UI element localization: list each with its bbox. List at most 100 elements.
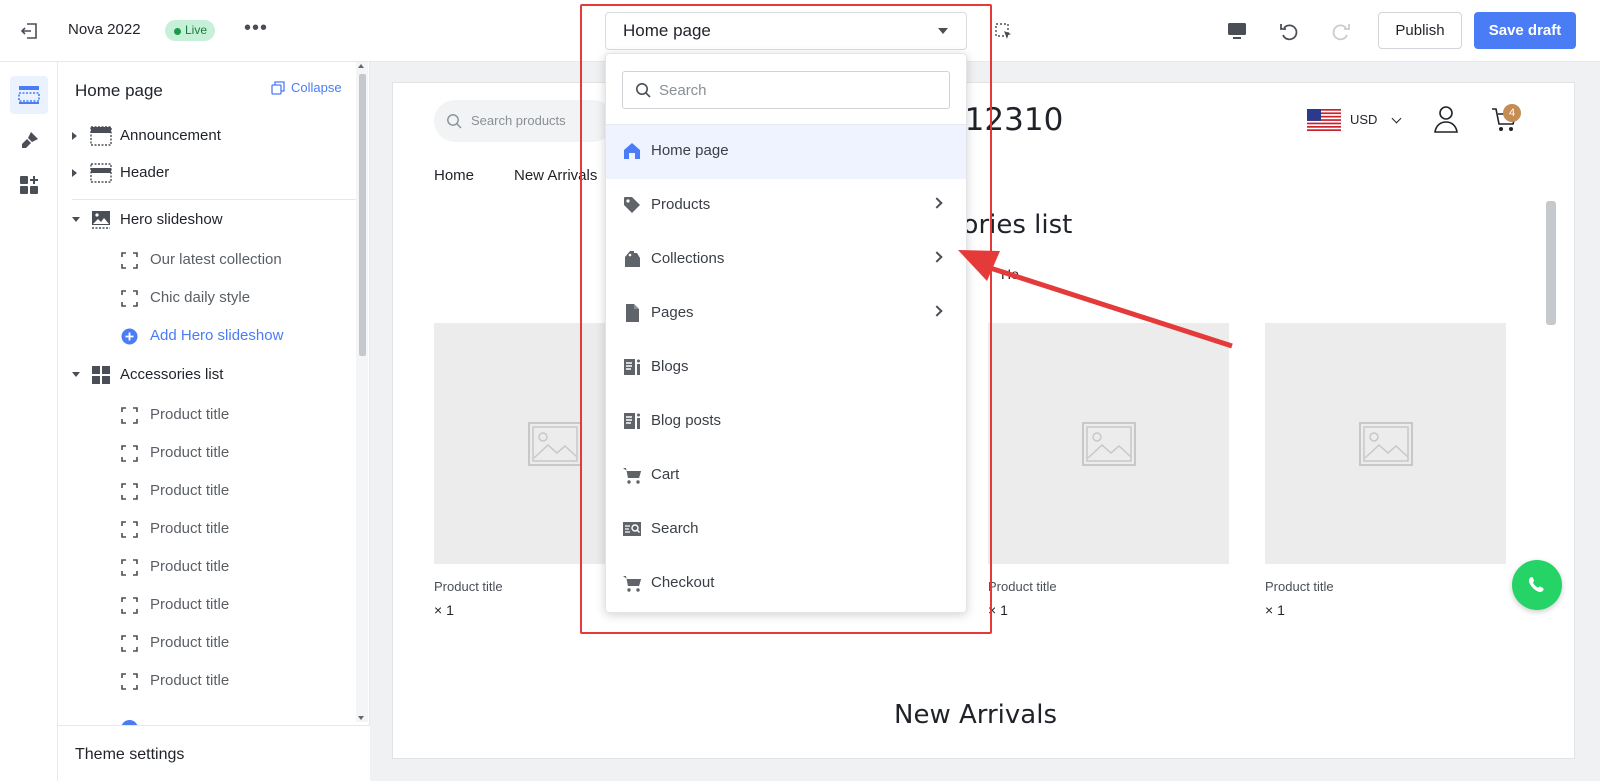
panel-title: Home page	[75, 81, 163, 100]
dropdown-item-label: Pages	[651, 304, 694, 321]
checkout-icon	[623, 576, 641, 592]
collection-tag-icon	[625, 251, 640, 267]
block-item[interactable]: Product title	[58, 587, 358, 623]
chevron-right-icon	[931, 251, 943, 263]
section-title: sories list	[949, 210, 1073, 240]
block-frame-icon	[121, 407, 138, 424]
paintbrush-icon	[22, 132, 38, 148]
inspector-select-icon[interactable]	[992, 20, 1016, 44]
more-actions-button[interactable]: •••	[244, 16, 268, 44]
caret-down-icon[interactable]	[72, 217, 80, 222]
dropdown-item-home-page[interactable]: Home page	[606, 125, 966, 179]
block-frame-icon	[121, 445, 138, 462]
block-item[interactable]: Product title	[58, 549, 358, 585]
dropdown-item-blogs[interactable]: Blogs	[606, 341, 966, 395]
section-accessories-list[interactable]: Accessories list	[58, 357, 358, 393]
preview-scrollbar[interactable]	[1553, 83, 1571, 758]
block-item[interactable]: Chic daily style	[58, 280, 358, 316]
section-announcement[interactable]: Announcement	[58, 118, 358, 154]
store-preview[interactable]: Search products g12310 USD 4 Home New Ar…	[392, 82, 1575, 759]
block-item[interactable]: Product title	[58, 397, 358, 433]
scroll-down-icon[interactable]	[358, 716, 364, 720]
divider	[72, 199, 356, 200]
caret-down-icon[interactable]	[72, 372, 80, 377]
collapse-label: Collapse	[291, 80, 342, 95]
image-placeholder-icon	[1081, 421, 1136, 466]
block-item[interactable]: Product title	[58, 473, 358, 509]
image-placeholder-icon	[527, 421, 582, 466]
block-item[interactable]: Product title	[58, 625, 358, 661]
block-item[interactable]: Product title	[58, 435, 358, 471]
dropdown-item-label: Cart	[651, 466, 680, 483]
dropdown-item-label: Blogs	[651, 358, 689, 375]
redo-icon[interactable]	[1328, 18, 1354, 44]
store-search-input[interactable]: Search products	[434, 100, 614, 142]
desktop-icon[interactable]	[1224, 18, 1250, 44]
preview-scroll-thumb[interactable]	[1546, 201, 1556, 325]
dropdown-item-products[interactable]: Products	[606, 179, 966, 233]
apps-icon	[20, 176, 38, 194]
product-card[interactable]: Product title × 1	[1265, 323, 1506, 618]
exit-icon[interactable]	[18, 19, 42, 43]
nav-link-home[interactable]: Home	[434, 167, 474, 184]
search-icon	[447, 114, 462, 129]
dropdown-item-pages[interactable]: Pages	[606, 287, 966, 341]
section-label: Hero slideshow	[120, 211, 223, 228]
block-frame-icon	[121, 635, 138, 652]
chevron-right-icon	[931, 197, 943, 209]
panel-scroll-thumb[interactable]	[359, 74, 366, 356]
product-qty: × 1	[1265, 602, 1285, 618]
dropdown-item-cart[interactable]: Cart	[606, 449, 966, 503]
collapse-button[interactable]: Collapse	[271, 80, 342, 95]
search-icon	[636, 83, 651, 98]
add-block-button[interactable]: Add Hero slideshow	[58, 318, 358, 354]
account-icon[interactable]	[1433, 105, 1459, 133]
store-search-placeholder: Search products	[471, 113, 566, 128]
theme-name: Nova 2022	[68, 21, 141, 38]
image-icon	[92, 211, 110, 229]
sections-icon	[18, 86, 40, 104]
dropdown-item-search[interactable]: Search	[606, 503, 966, 557]
block-label: Product title	[150, 558, 230, 575]
whatsapp-button[interactable]	[1512, 560, 1562, 610]
block-item[interactable]: Our latest collection	[58, 242, 358, 278]
save-draft-button[interactable]: Save draft	[1474, 12, 1576, 49]
layout-header-icon	[90, 163, 112, 183]
blog-icon	[624, 359, 640, 375]
publish-button[interactable]: Publish	[1378, 12, 1462, 49]
home-icon	[624, 143, 640, 159]
image-placeholder-icon	[1358, 421, 1413, 466]
block-item[interactable]: Product title	[58, 663, 358, 699]
block-label: Product title	[150, 672, 230, 689]
block-label: Chic daily style	[150, 289, 251, 306]
dropdown-item-checkout[interactable]: Checkout	[606, 557, 966, 611]
sections-tab[interactable]	[10, 76, 48, 114]
caret-right-icon[interactable]	[72, 169, 77, 177]
cart-icon	[623, 468, 641, 484]
caret-right-icon[interactable]	[72, 132, 77, 140]
block-label: Our latest collection	[150, 251, 282, 268]
page-selector[interactable]: Home page	[605, 12, 967, 50]
block-frame-icon	[121, 673, 138, 690]
section-title-new-arrivals: New Arrivals	[894, 700, 1057, 730]
dropdown-search-input[interactable]: Search	[622, 71, 950, 109]
theme-settings[interactable]: Theme settings	[58, 725, 370, 781]
section-header[interactable]: Header	[58, 155, 358, 191]
section-hero-slideshow[interactable]: Hero slideshow	[58, 202, 358, 238]
section-label: Announcement	[120, 127, 221, 144]
nav-link-new-arrivals[interactable]: New Arrivals	[514, 167, 597, 184]
product-card[interactable]: Product title × 1	[988, 323, 1229, 618]
block-item[interactable]: Product title	[58, 511, 358, 547]
dropdown-item-label: Collections	[651, 250, 725, 267]
block-label: Product title	[150, 406, 230, 423]
apps-tab[interactable]	[10, 166, 48, 204]
dropdown-search-placeholder: Search	[659, 82, 707, 99]
section-label: Accessories list	[120, 366, 224, 383]
scroll-up-icon[interactable]	[358, 64, 364, 68]
dropdown-item-blog-posts[interactable]: Blog posts	[606, 395, 966, 449]
undo-icon[interactable]	[1276, 18, 1302, 44]
theme-styles-tab[interactable]	[10, 122, 48, 160]
dropdown-item-collections[interactable]: Collections	[606, 233, 966, 287]
whatsapp-icon	[1528, 577, 1544, 593]
currency-selector[interactable]: USD	[1350, 112, 1377, 127]
